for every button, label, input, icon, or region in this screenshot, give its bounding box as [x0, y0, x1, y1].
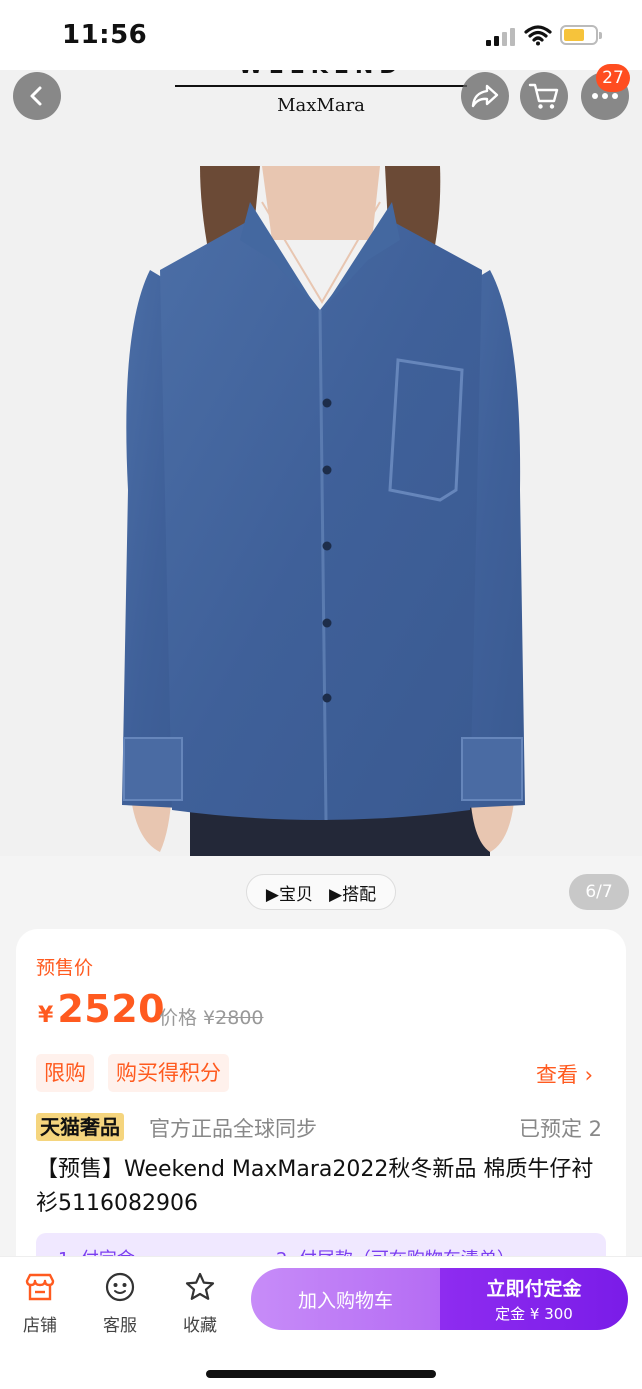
- presale-price: ¥ 2520: [38, 987, 165, 1031]
- tab-item[interactable]: ▶宝贝: [266, 880, 313, 905]
- signal-icon: [486, 26, 516, 46]
- customer-service-icon: [105, 1272, 135, 1302]
- more-dots-icon: [592, 93, 618, 99]
- purchase-actions: 加入购物车 立即付定金 定金 ¥ 300: [251, 1268, 628, 1330]
- deposit-amount: 定金 ¥ 300: [495, 1305, 573, 1323]
- wifi-icon: [524, 25, 552, 46]
- product-image[interactable]: [0, 70, 642, 856]
- home-indicator[interactable]: [206, 1370, 436, 1378]
- cart-icon: [528, 83, 559, 109]
- reserved-count: 已预定 2: [519, 1117, 603, 1141]
- price-currency: ¥: [38, 1003, 54, 1028]
- star-icon: [185, 1272, 215, 1300]
- official-text: 官方正品全球同步: [149, 1117, 317, 1141]
- share-icon: [471, 84, 499, 108]
- tmall-luxury-badge: 天猫奢品: [36, 1113, 124, 1141]
- notification-badge: 27: [596, 64, 630, 92]
- pay-deposit-button[interactable]: 立即付定金 定金 ¥ 300: [440, 1268, 628, 1330]
- add-to-cart-button[interactable]: 加入购物车: [251, 1268, 440, 1330]
- store-icon: [25, 1273, 55, 1301]
- service-button[interactable]: 客服: [90, 1269, 150, 1336]
- chevron-left-icon: [30, 86, 42, 106]
- back-button[interactable]: [13, 72, 61, 120]
- product-page: 11:56 MaxMara 27 ▶宝贝 ▶搭配 6/7 预售价 ¥ 2520 …: [0, 0, 642, 1389]
- store-button[interactable]: 店铺: [10, 1269, 70, 1336]
- battery-icon: [560, 25, 602, 45]
- cart-button[interactable]: [520, 72, 568, 120]
- price-value: 2520: [57, 987, 166, 1031]
- view-link[interactable]: 查看 ›: [536, 1059, 593, 1089]
- points-tag[interactable]: 购买得积分: [108, 1054, 229, 1092]
- limit-tag[interactable]: 限购: [36, 1054, 94, 1092]
- image-counter: 6/7: [569, 874, 629, 910]
- status-bar: 11:56: [0, 0, 642, 70]
- favorite-label: 收藏: [183, 1316, 217, 1336]
- denim-shirt-photo: [0, 70, 642, 856]
- tab-outfit[interactable]: ▶搭配: [329, 880, 376, 905]
- pay-deposit-label: 立即付定金: [486, 1278, 582, 1300]
- original-price-label: 价格 ¥: [159, 1007, 216, 1029]
- product-title: 【预售】Weekend MaxMara2022秋冬新品 棉质牛仔衬衫511608…: [36, 1157, 594, 1216]
- status-time: 11:56: [62, 20, 148, 50]
- share-button[interactable]: [461, 72, 509, 120]
- service-label: 客服: [103, 1316, 137, 1336]
- gallery-toggle: ▶宝贝 ▶搭配: [246, 874, 396, 910]
- original-price: 价格 ¥2800: [159, 1003, 264, 1030]
- favorite-button[interactable]: 收藏: [170, 1269, 230, 1336]
- original-price-value: 2800: [215, 1007, 264, 1029]
- bottom-action-bar: 店铺 客服 收藏 加入购物车 立即付定金 定金 ¥ 300: [0, 1256, 642, 1389]
- presale-price-label: 预售价: [36, 957, 94, 979]
- store-label: 店铺: [23, 1316, 57, 1336]
- brand-divider: [175, 85, 467, 87]
